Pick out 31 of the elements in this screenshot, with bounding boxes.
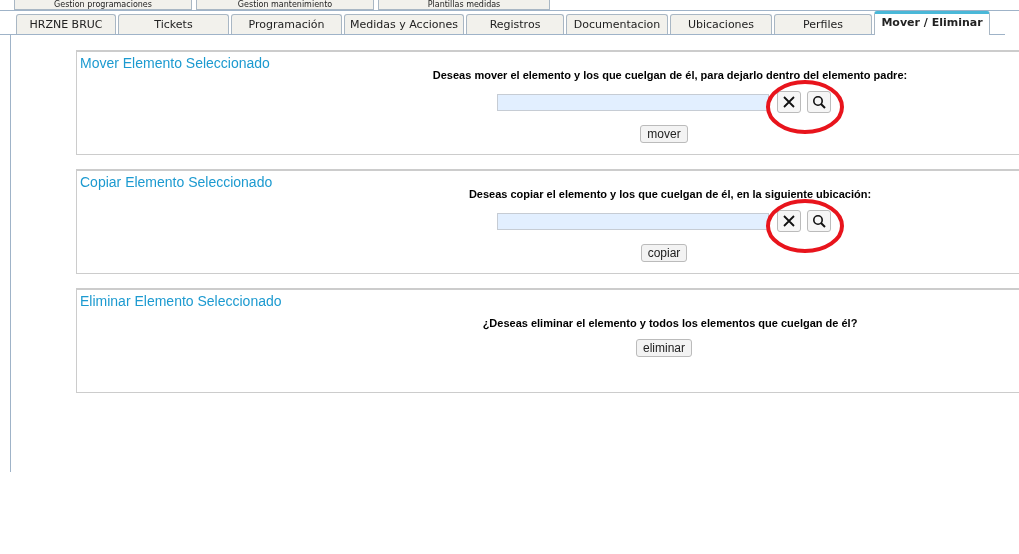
tab[interactable]: Documentacion — [566, 14, 668, 34]
panel-title: Mover Elemento Seleccionado — [80, 55, 270, 71]
search-button[interactable] — [807, 210, 831, 232]
action-button[interactable]: mover — [640, 125, 688, 143]
tab[interactable]: Gestion mantenimiento — [196, 0, 374, 10]
close-icon — [782, 95, 796, 109]
search-icon — [812, 214, 826, 228]
input-field[interactable] — [497, 93, 769, 111]
question-text: Deseas mover el elemento y los que cuelgan de él, para dejarlo dentro del elemento padre: — [432, 69, 908, 81]
clear-button[interactable] — [777, 91, 801, 113]
question-text: ¿Deseas eliminar el elemento y todos los elementos que cuelgan de él? — [482, 317, 858, 329]
tab[interactable]: HRZNE BRUC — [16, 14, 116, 34]
action-button[interactable]: copiar — [640, 244, 688, 262]
search-button[interactable] — [807, 91, 831, 113]
question-text: Deseas copiar el elemento y los que cuelgan de él, en la siguiente ubicación: — [468, 188, 872, 200]
action-button[interactable]: eliminar — [636, 339, 692, 357]
tab[interactable]: Mover / Eliminar — [874, 11, 990, 35]
close-icon — [782, 214, 796, 228]
tab[interactable]: Tickets — [118, 14, 229, 34]
input-field[interactable] — [497, 212, 769, 230]
tab[interactable]: Perfiles — [774, 14, 872, 34]
clear-button[interactable] — [777, 210, 801, 232]
tab[interactable]: Gestion programaciones — [14, 0, 192, 10]
tab[interactable]: Ubicaciones — [670, 14, 772, 34]
search-icon — [812, 95, 826, 109]
panel-title: Copiar Elemento Seleccionado — [80, 174, 273, 190]
tab[interactable]: Plantillas medidas — [378, 0, 550, 10]
tab[interactable]: Registros — [466, 14, 564, 34]
panel-title: Eliminar Elemento Seleccionado — [80, 293, 282, 309]
tab[interactable]: Medidas y Acciones — [344, 14, 464, 34]
tab[interactable]: Programación — [231, 14, 342, 34]
